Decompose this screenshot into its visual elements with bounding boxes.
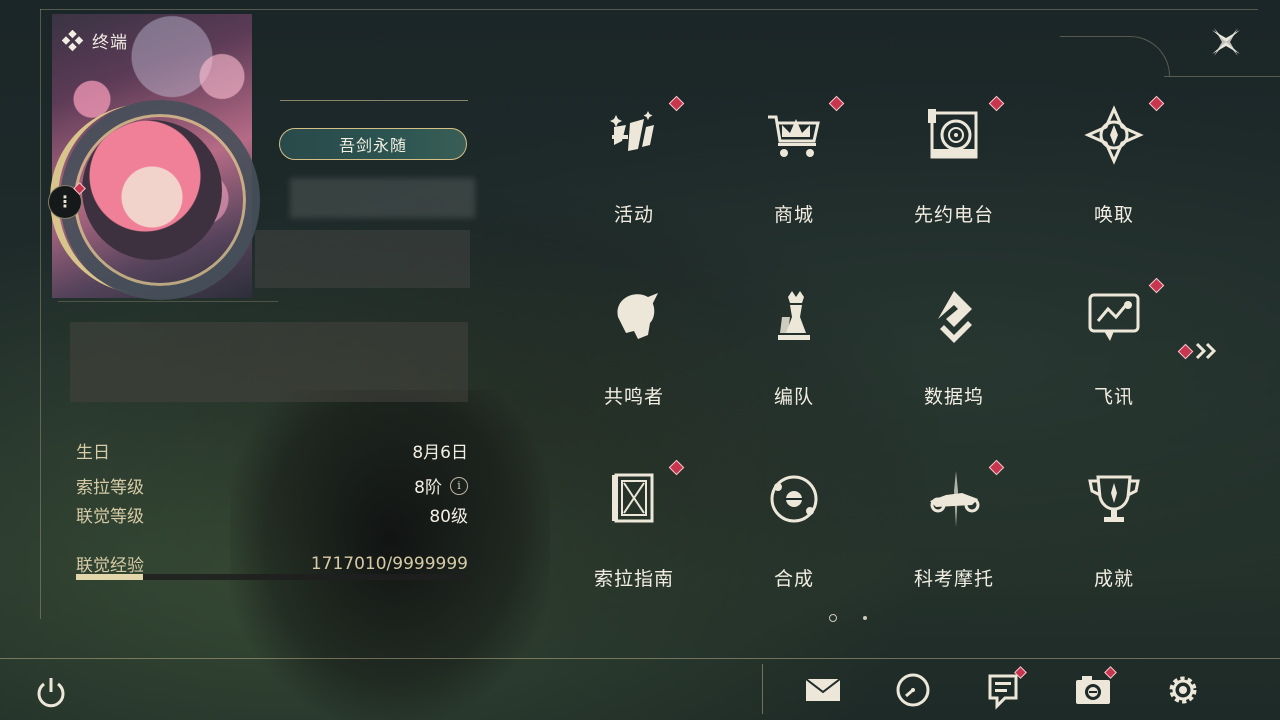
diamond-cluster-icon <box>62 29 84 51</box>
camera-button[interactable] <box>1073 666 1117 710</box>
stat-label: 生日 <box>76 443 110 463</box>
new-badge <box>1177 343 1194 359</box>
menu-item-label: 商城 <box>773 204 814 226</box>
mail-button[interactable] <box>803 670 843 710</box>
info-icon[interactable]: i <box>450 476 468 495</box>
menu-item-messages[interactable]: 飞讯 <box>1034 272 1194 452</box>
avatar-menu-button[interactable]: ⋮ <box>48 182 86 219</box>
new-badge <box>988 459 1005 476</box>
achievement-trophy-icon <box>1088 475 1140 522</box>
stat-label: 索拉等级 <box>76 478 144 498</box>
menu-item-label: 唤取 <box>1093 204 1134 226</box>
settings-gear-icon <box>1169 676 1197 704</box>
menu-item-data-bank[interactable]: 数据坞 <box>874 272 1034 452</box>
new-badge <box>668 459 685 476</box>
menu-item-label: 成就 <box>1093 568 1134 590</box>
menu-item-label: 活动 <box>613 204 654 226</box>
menu-item-label: 合成 <box>773 568 814 590</box>
clock-icon <box>896 673 930 707</box>
menu-item-radio[interactable]: 先约电台 <box>874 90 1034 270</box>
redacted-bio <box>70 322 468 402</box>
page-title-text: 终端 <box>92 33 128 53</box>
shop-crown-cart-icon <box>768 115 820 157</box>
stat-value: 8阶 <box>414 478 442 498</box>
menu-item-events[interactable]: 活动 <box>554 90 714 270</box>
stat-row-sola-level: 索拉等级 8阶 i <box>76 471 468 500</box>
profile-stats: 生日 8月6日 索拉等级 8阶 i 联觉等级 80级 联觉经验 1717010/… <box>76 436 468 578</box>
new-badge <box>988 95 1005 112</box>
menu-item-team[interactable]: 编队 <box>714 272 874 452</box>
menu-item-synthesis[interactable]: 合成 <box>714 454 874 634</box>
stat-row-birthday: 生日 8月6日 <box>76 436 468 465</box>
profile-separator <box>58 301 278 302</box>
menu-item-label: 编队 <box>773 386 814 408</box>
menu-item-label: 先约电台 <box>913 204 994 226</box>
name-underline <box>280 100 468 101</box>
stat-row-union-level: 联觉等级 80级 <box>76 500 468 529</box>
new-badge <box>668 95 685 112</box>
guide-book-icon <box>612 473 654 523</box>
stat-value: 1717010/9999999 <box>310 553 468 574</box>
page-indicator <box>829 614 867 622</box>
signature-text: 吾剑永随 <box>338 136 407 155</box>
message-chat-icon <box>1088 293 1140 341</box>
stat-label: 联觉经验 <box>76 556 144 576</box>
data-bank-icon <box>938 291 972 343</box>
menu-item-label: 共鸣者 <box>603 386 664 408</box>
events-icon <box>610 111 654 151</box>
exp-progress-bar <box>76 574 468 580</box>
exp-progress-fill <box>76 574 143 580</box>
motorbike-icon <box>930 471 980 527</box>
power-icon[interactable] <box>32 674 70 712</box>
new-badge <box>1148 277 1165 294</box>
menu-item-resonators[interactable]: 共鸣者 <box>554 272 714 452</box>
more-icon: ⋮ <box>57 192 73 211</box>
menu-item-label: 数据坞 <box>923 386 984 408</box>
mail-icon <box>805 678 841 701</box>
menu-item-shop[interactable]: 商城 <box>714 90 874 270</box>
stat-value-wrap: 8阶 i <box>414 473 468 498</box>
bottom-bar-divider <box>762 664 763 714</box>
menu-item-achievements[interactable]: 成就 <box>1034 454 1194 634</box>
menu-item-label: 科考摩托 <box>913 568 994 590</box>
settings-button[interactable] <box>1163 670 1203 710</box>
redacted-id <box>255 230 470 288</box>
notice-button[interactable] <box>983 666 1027 710</box>
bottom-bar-line <box>0 658 1280 659</box>
menu-item-motorbike[interactable]: 科考摩托 <box>874 454 1034 634</box>
function-grid: 活动 商城 先约电台 唤取 共鸣者 编队 数据坞 飞讯 索拉指南 合成 科考摩托… <box>554 90 1194 610</box>
frame-left-line <box>40 9 41 619</box>
signature-badge: 吾剑永随 <box>279 128 467 160</box>
new-badge <box>1148 95 1165 112</box>
resonator-head-icon <box>617 293 658 339</box>
convene-compass-icon <box>1084 105 1144 165</box>
double-chevron-right-icon <box>1195 342 1217 360</box>
menu-item-guidebook[interactable]: 索拉指南 <box>554 454 714 634</box>
menu-item-label: 飞讯 <box>1093 386 1134 408</box>
avatar[interactable] <box>82 120 222 260</box>
team-chess-icon <box>778 291 810 340</box>
stat-value: 8月6日 <box>412 443 468 463</box>
frame-top-line <box>40 9 1258 10</box>
frame-right-line <box>1164 76 1280 77</box>
frame-curve <box>1060 36 1170 76</box>
synthesis-orbit-icon <box>770 475 818 523</box>
close-icon[interactable] <box>1206 22 1246 62</box>
page-title: 终端 <box>62 28 128 53</box>
stat-value: 80级 <box>429 507 468 527</box>
menu-item-convene[interactable]: 唤取 <box>1034 90 1194 270</box>
next-page-button[interactable] <box>1177 340 1224 362</box>
new-badge <box>828 95 845 112</box>
stat-label: 联觉等级 <box>76 507 144 527</box>
page-dot[interactable] <box>863 616 867 620</box>
page-dot-current[interactable] <box>829 614 837 622</box>
radio-record-icon <box>928 109 978 159</box>
menu-item-label: 索拉指南 <box>593 568 674 590</box>
clock-button[interactable] <box>893 670 933 710</box>
redacted-name <box>290 178 475 218</box>
